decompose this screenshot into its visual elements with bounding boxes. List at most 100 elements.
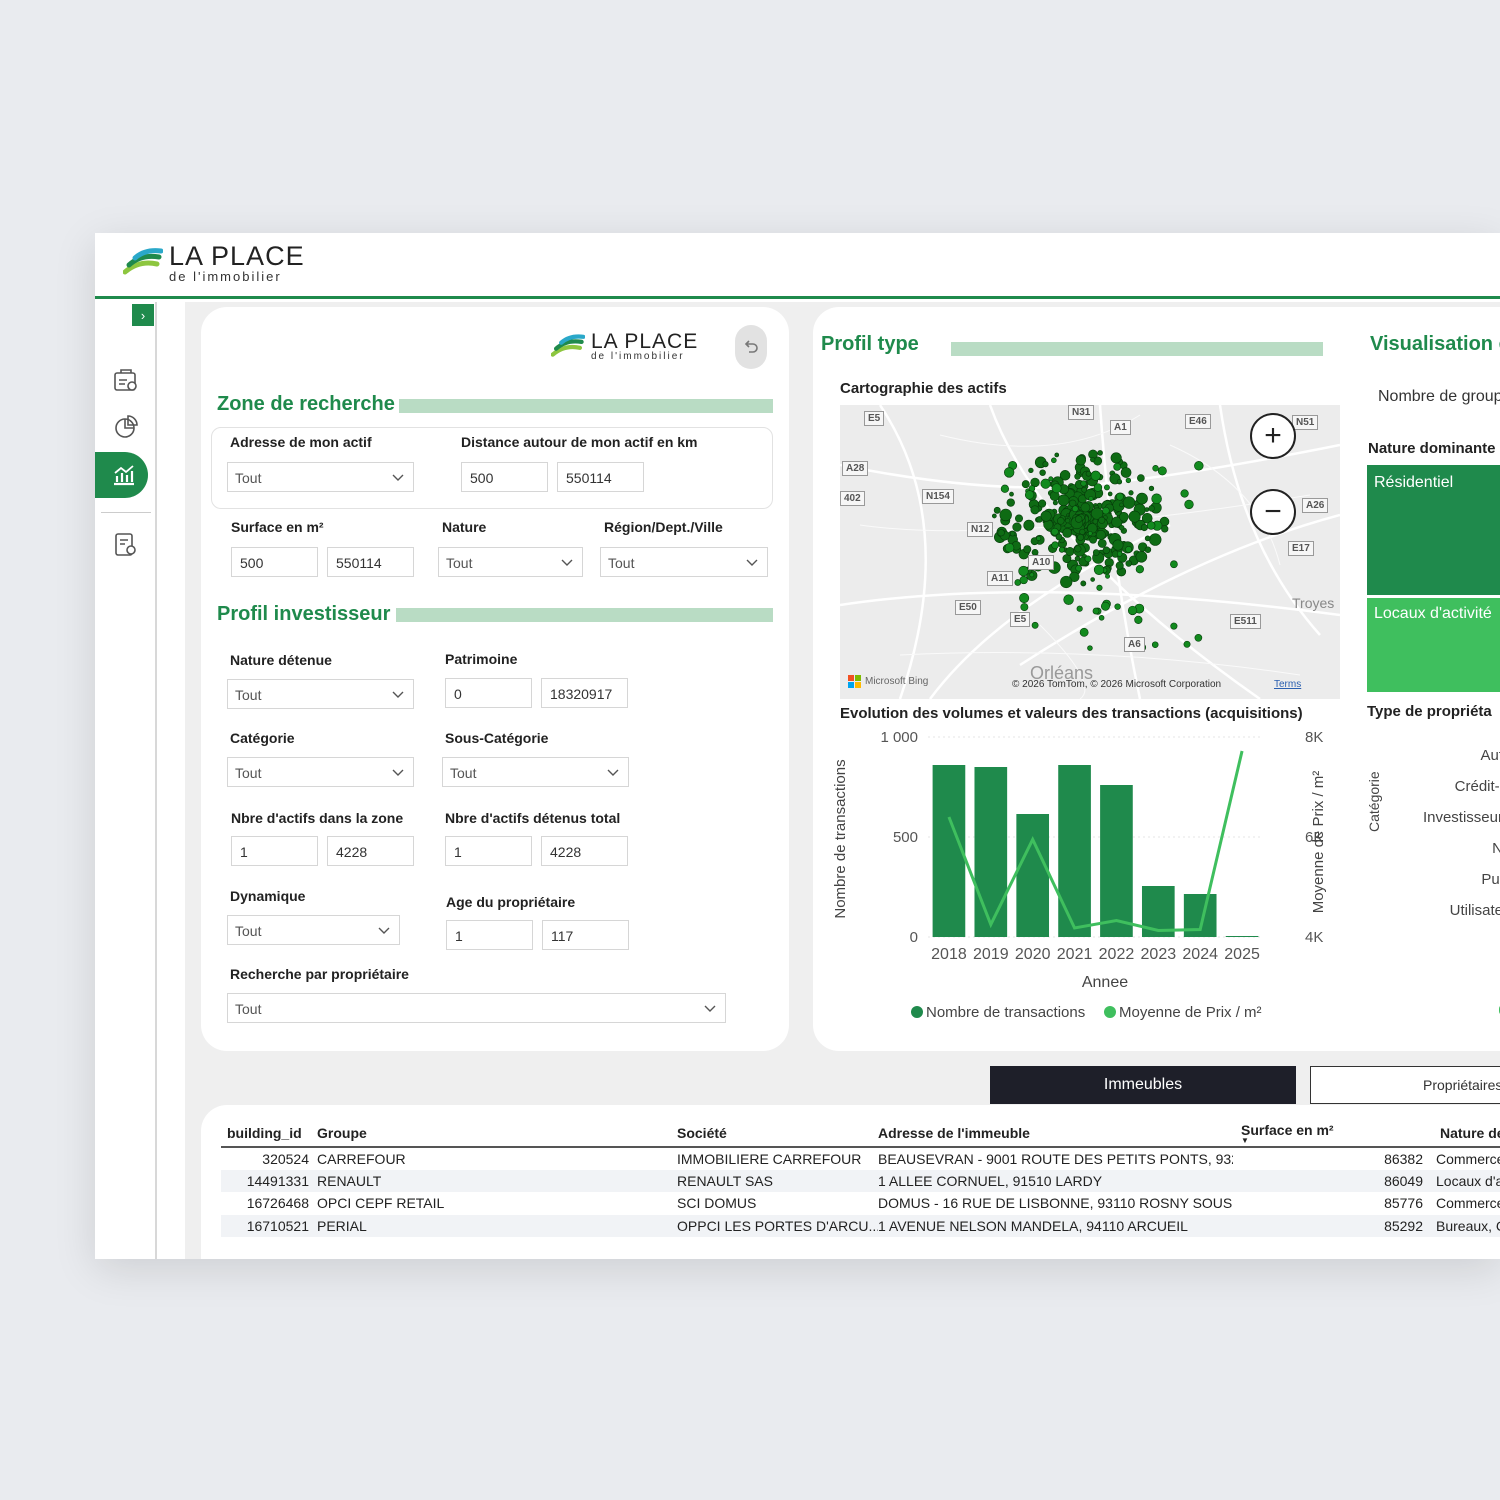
asset-marker[interactable]	[1023, 545, 1032, 554]
asset-marker[interactable]	[1019, 593, 1030, 604]
asset-marker[interactable]	[1104, 484, 1110, 491]
asset-marker[interactable]	[1036, 535, 1042, 541]
asset-marker[interactable]	[1079, 528, 1086, 535]
asset-marker[interactable]	[999, 508, 1012, 522]
sidebar-item-documents[interactable]	[109, 528, 143, 562]
asset-marker[interactable]	[1092, 549, 1100, 556]
asset-marker[interactable]	[1144, 535, 1151, 542]
asset-marker[interactable]	[1065, 518, 1071, 524]
asset-marker[interactable]	[1009, 530, 1016, 537]
asset-marker[interactable]	[1170, 622, 1178, 630]
asset-marker[interactable]	[1065, 547, 1075, 556]
asset-map[interactable]: E5 N31 A1 E46 N51 A28 402 N154 N12 A10 A…	[840, 405, 1340, 699]
asset-marker[interactable]	[1004, 542, 1015, 553]
asset-marker[interactable]	[1080, 580, 1087, 587]
asset-marker[interactable]	[1135, 551, 1148, 563]
asset-marker[interactable]	[1097, 450, 1103, 456]
asset-marker[interactable]	[1140, 524, 1148, 532]
nbre-zone-max-input[interactable]: 4228	[327, 836, 414, 866]
asset-marker[interactable]	[1128, 490, 1134, 496]
asset-marker[interactable]	[1097, 538, 1107, 548]
asset-marker[interactable]	[1081, 486, 1088, 493]
nbre-zone-min-input[interactable]: 1	[231, 836, 318, 866]
column-header[interactable]: Société	[677, 1119, 878, 1147]
asset-marker[interactable]	[1075, 564, 1082, 572]
asset-marker[interactable]	[1113, 462, 1122, 471]
table-row[interactable]: 16710521 PERIAL OPPCI LES PORTES D'ARCU.…	[221, 1214, 1500, 1237]
asset-marker[interactable]	[1107, 491, 1113, 497]
asset-marker[interactable]	[1084, 555, 1092, 563]
asset-marker[interactable]	[1039, 469, 1046, 476]
asset-marker[interactable]	[1100, 601, 1110, 611]
asset-marker[interactable]	[1028, 467, 1034, 474]
asset-marker[interactable]	[1057, 517, 1065, 525]
asset-marker[interactable]	[1038, 499, 1047, 508]
asset-marker[interactable]	[1052, 500, 1058, 506]
proprietaire-dropdown[interactable]: Tout	[227, 993, 726, 1023]
asset-marker[interactable]	[1183, 640, 1191, 648]
asset-marker[interactable]	[1077, 533, 1085, 541]
asset-marker[interactable]	[1060, 575, 1073, 589]
asset-marker[interactable]	[1090, 457, 1096, 463]
asset-marker[interactable]	[1127, 605, 1138, 616]
nature-dropdown[interactable]: Tout	[438, 547, 583, 577]
asset-marker[interactable]	[1136, 492, 1148, 505]
asset-marker[interactable]	[1161, 525, 1169, 533]
asset-marker[interactable]	[1137, 474, 1145, 482]
age-max-input[interactable]: 117	[542, 920, 629, 950]
asset-marker[interactable]	[1075, 515, 1083, 523]
asset-marker[interactable]	[1051, 483, 1062, 494]
asset-marker[interactable]	[1050, 527, 1059, 536]
asset-marker[interactable]	[1063, 594, 1074, 605]
age-min-input[interactable]: 1	[446, 920, 533, 950]
asset-marker[interactable]	[1194, 633, 1203, 642]
asset-marker[interactable]	[1096, 584, 1103, 591]
asset-marker[interactable]	[1085, 470, 1092, 477]
asset-marker[interactable]	[997, 529, 1005, 537]
column-header[interactable]: building_id	[221, 1119, 309, 1147]
asset-marker[interactable]	[1087, 645, 1093, 651]
asset-marker[interactable]	[1080, 480, 1087, 487]
sidebar-item-stats[interactable]	[109, 410, 143, 444]
table-row[interactable]: 14491331 RENAULT RENAULT SAS 1 ALLEE COR…	[221, 1169, 1500, 1192]
asset-marker[interactable]	[1021, 480, 1030, 489]
asset-marker[interactable]	[991, 513, 997, 519]
terms-link[interactable]: Terms	[1274, 679, 1301, 690]
asset-marker[interactable]	[1194, 461, 1204, 471]
asset-marker[interactable]	[1148, 505, 1155, 512]
asset-marker[interactable]	[1030, 505, 1040, 515]
asset-marker[interactable]	[1074, 545, 1082, 553]
categorie-dropdown[interactable]: Tout	[227, 757, 414, 787]
reset-button[interactable]	[735, 325, 767, 369]
asset-marker[interactable]	[1098, 615, 1105, 621]
asset-marker[interactable]	[1151, 493, 1162, 504]
nbre-total-max-input[interactable]: 4228	[541, 836, 628, 866]
asset-marker[interactable]	[1023, 519, 1035, 531]
asset-marker[interactable]	[1057, 494, 1070, 507]
asset-marker[interactable]	[1092, 607, 1100, 615]
asset-marker[interactable]	[1090, 577, 1095, 582]
asset-marker[interactable]	[1074, 473, 1081, 480]
asset-marker[interactable]	[1115, 561, 1124, 570]
treemap-tile-residentiel[interactable]: Résidentiel	[1367, 465, 1500, 595]
treemap-tile-locaux[interactable]: Locaux d'activité	[1367, 598, 1500, 692]
asset-marker[interactable]	[1075, 455, 1087, 466]
table-row[interactable]: 320524 CARREFOUR IMMOBILIERE CARREFOUR B…	[221, 1147, 1500, 1170]
sidebar-item-report[interactable]	[109, 364, 143, 398]
asset-marker[interactable]	[1090, 470, 1101, 481]
brand-logo[interactable]: LA PLACE de l'immobilier	[123, 243, 305, 283]
asset-marker[interactable]	[1157, 466, 1167, 476]
asset-marker[interactable]	[1117, 551, 1123, 557]
asset-marker[interactable]	[1116, 479, 1123, 485]
sous-categorie-dropdown[interactable]: Tout	[442, 757, 629, 787]
asset-marker[interactable]	[1120, 467, 1132, 478]
asset-marker[interactable]	[1112, 539, 1124, 551]
asset-marker[interactable]	[1020, 603, 1029, 612]
asset-marker[interactable]	[1054, 452, 1060, 458]
asset-marker[interactable]	[1102, 506, 1110, 515]
asset-marker[interactable]	[1184, 499, 1194, 510]
adresse-dropdown[interactable]: Tout	[227, 462, 414, 492]
patrimoine-max-input[interactable]: 18320917	[541, 678, 628, 708]
asset-marker[interactable]	[1135, 565, 1144, 574]
nbre-total-min-input[interactable]: 1	[445, 836, 532, 866]
